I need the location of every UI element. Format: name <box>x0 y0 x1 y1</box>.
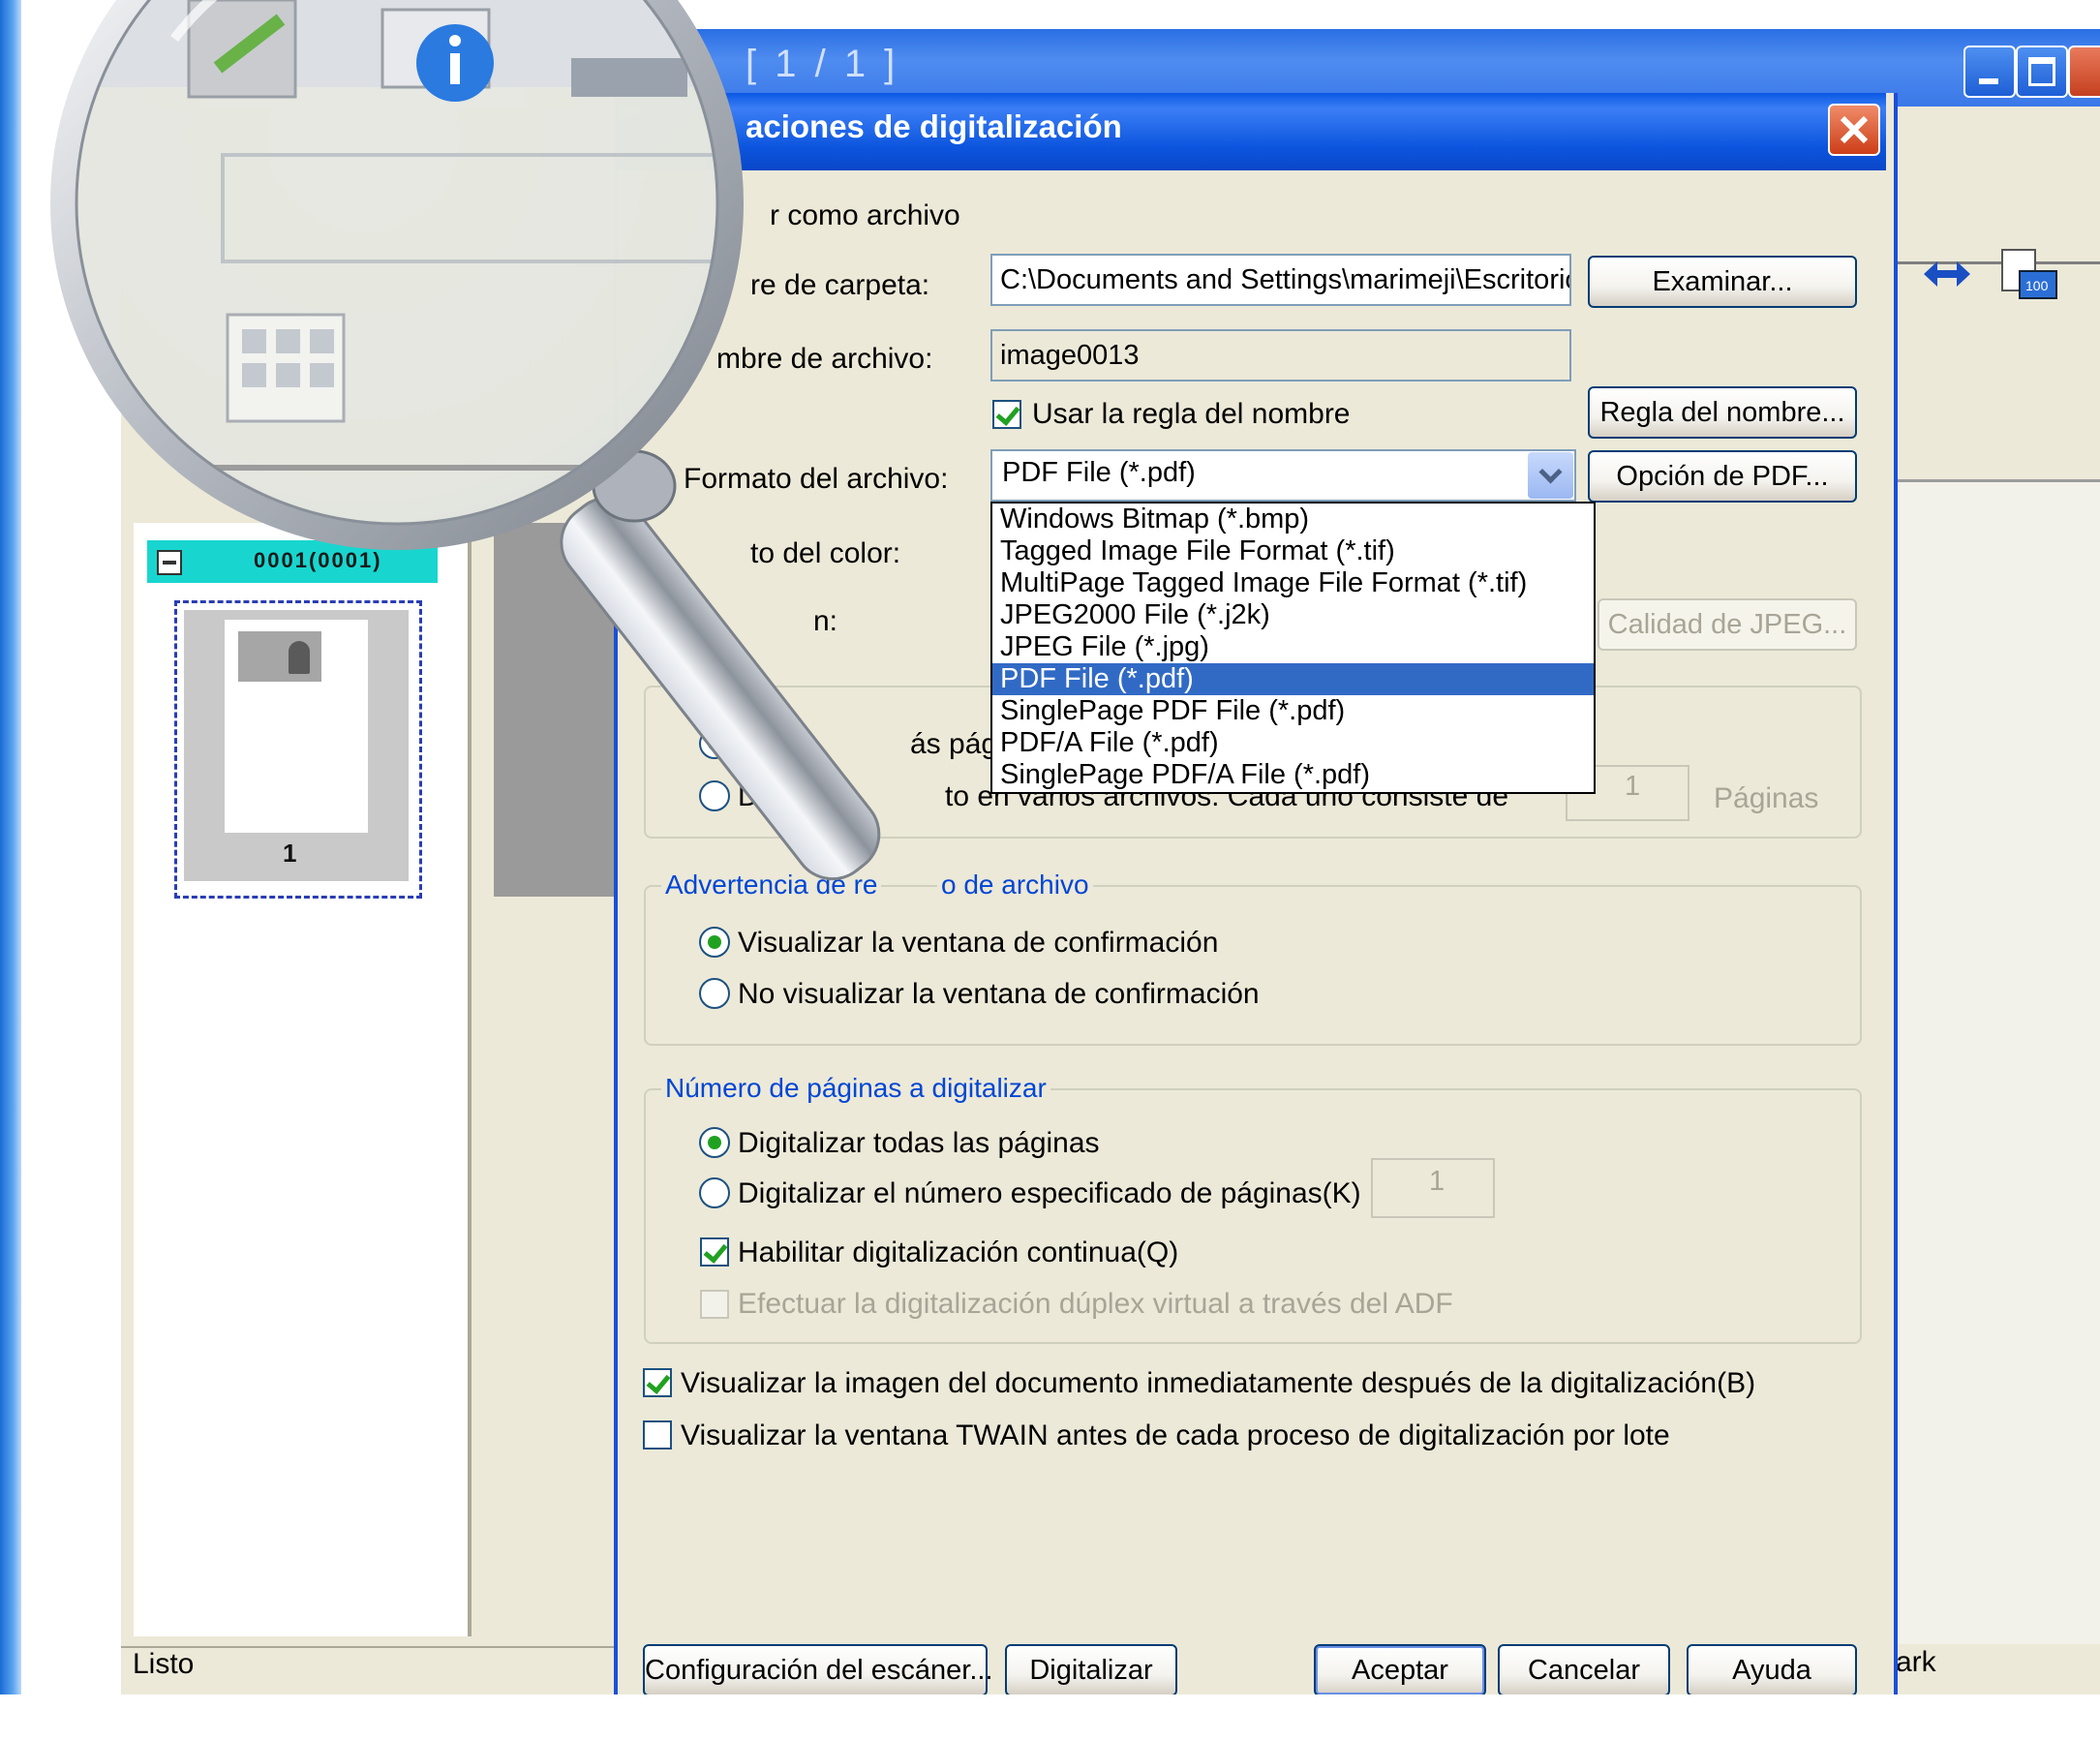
image-view-panel <box>1893 479 2100 1644</box>
format-option-tif[interactable]: Tagged Image File Format (*.tif) <box>992 535 1594 567</box>
overwrite-group-title-start: Advertencia de re <box>661 870 882 901</box>
overwrite-warning-group <box>644 885 1862 1046</box>
hide-confirmation-radio[interactable] <box>699 978 730 1009</box>
document-preview <box>494 523 620 897</box>
format-option-bmp[interactable]: Windows Bitmap (*.bmp) <box>992 504 1594 535</box>
id-card-thumbnail-image <box>238 631 321 682</box>
help-button[interactable]: Ayuda <box>1687 1644 1857 1696</box>
split-document-label: Dividi <box>738 780 809 812</box>
color-format-label: to del color: <box>750 537 901 569</box>
jpeg-quality-button[interactable]: Calidad de JPEG... <box>1598 598 1857 651</box>
scanner-config-button[interactable]: Configuración del escáner... <box>643 1644 993 1696</box>
folder-label: re de carpeta: <box>750 269 930 301</box>
virtual-duplex-checkbox[interactable] <box>700 1290 729 1319</box>
continuous-scan-label: Habilitar digitalización continua(Q) <box>738 1236 1179 1268</box>
pdf-option-button[interactable]: Opción de PDF... <box>1588 450 1857 503</box>
split-document-radio[interactable] <box>699 780 730 811</box>
svg-text:100: 100 <box>2025 278 2049 293</box>
fit-width-icon[interactable] <box>1920 250 1974 298</box>
scan-specified-pages-label: Digitalizar el número especificado de pá… <box>738 1177 1361 1209</box>
continuous-scan-checkbox[interactable] <box>700 1237 729 1267</box>
filename-field[interactable]: image0013 <box>990 329 1571 382</box>
virtual-duplex-label: Efectuar la digitalización dúplex virtua… <box>738 1288 1453 1320</box>
cancel-button[interactable]: Cancelar <box>1498 1644 1670 1696</box>
split-pages-value: 1 <box>1625 771 1641 802</box>
use-name-rule-label: Usar la regla del nombre <box>1032 398 1351 430</box>
zoom-100-icon[interactable]: 100 <box>1996 246 2060 304</box>
save-all-pages-label: Gu <box>738 728 777 760</box>
desktop-edge <box>0 0 21 1740</box>
use-name-rule-checkbox[interactable] <box>992 400 1021 429</box>
thumbnail-page-number: 1 <box>283 839 297 868</box>
status-bar <box>121 1646 615 1696</box>
scan-all-pages-radio[interactable] <box>699 1127 730 1158</box>
folder-path-field[interactable]: C:\Documents and Settings\marimeji\Escri… <box>990 254 1571 306</box>
compression-label: n: <box>813 605 838 637</box>
chevron-down-icon[interactable] <box>1528 452 1573 499</box>
format-option-jpg[interactable]: JPEG File (*.jpg) <box>992 631 1594 663</box>
scan-all-pages-label: Digitalizar todas las páginas <box>738 1127 1100 1159</box>
scan-specified-pages-radio[interactable] <box>699 1177 730 1208</box>
filename-label: mbre de archivo: <box>716 343 933 375</box>
format-option-j2k[interactable]: JPEG2000 File (*.j2k) <box>992 599 1594 631</box>
pages-unit-label: Páginas <box>1714 782 1819 814</box>
file-format-label: Formato del archivo: <box>684 463 949 495</box>
thumbnail-batch-label: 0001(0001) <box>254 548 382 572</box>
format-option-multipage-tif[interactable]: MultiPage Tagged Image File Format (*.ti… <box>992 567 1594 599</box>
dialog-title: aciones de digitalización <box>746 108 1122 144</box>
document-group-title: Docu <box>661 668 733 699</box>
save-as-file-label: r como archivo <box>770 199 960 231</box>
ok-button[interactable]: Aceptar <box>1314 1644 1486 1696</box>
name-rule-button[interactable]: Regla del nombre... <box>1588 386 1857 439</box>
pages-group-title: Número de páginas a digitalizar <box>661 1073 1050 1104</box>
minimize-button[interactable] <box>1963 46 2016 98</box>
status-bar-right-text: ark <box>1896 1646 1936 1678</box>
hide-confirmation-label: No visualizar la ventana de confirmación <box>738 978 1260 1010</box>
show-confirmation-radio[interactable] <box>699 927 730 958</box>
format-option-singlepage-pdfa[interactable]: SinglePage PDF/A File (*.pdf) <box>992 759 1594 791</box>
show-twain-label: Visualizar la ventana TWAIN antes de cad… <box>681 1419 1670 1451</box>
background-close-button[interactable] <box>2068 46 2100 98</box>
show-image-after-scan-checkbox[interactable] <box>643 1368 672 1397</box>
browse-button[interactable]: Examinar... <box>1588 256 1857 308</box>
show-confirmation-label: Visualizar la ventana de confirmación <box>738 927 1219 959</box>
maximize-button[interactable] <box>2016 46 2068 98</box>
format-option-singlepage-pdf[interactable]: SinglePage PDF File (*.pdf) <box>992 695 1594 727</box>
desktop-background <box>0 1694 2100 1740</box>
status-text: Listo <box>133 1648 195 1680</box>
save-all-pages-label-tail: ás pág <box>910 728 998 760</box>
show-image-after-scan-label: Visualizar la imagen del documento inmed… <box>681 1367 1756 1399</box>
overwrite-group-title-end: o de archivo <box>937 870 1093 901</box>
save-all-pages-radio[interactable] <box>699 728 730 759</box>
format-option-pdf[interactable]: PDF File (*.pdf) <box>992 663 1594 695</box>
background-page-counter: [ 1 / 1 ] <box>746 43 899 85</box>
specified-pages-value: 1 <box>1429 1166 1446 1197</box>
format-option-pdfa[interactable]: PDF/A File (*.pdf) <box>992 727 1594 759</box>
dialog-close-button[interactable] <box>1828 104 1880 156</box>
collapse-icon[interactable] <box>157 550 182 575</box>
show-twain-checkbox[interactable] <box>643 1420 672 1450</box>
scan-button[interactable]: Digitalizar <box>1005 1644 1177 1696</box>
file-format-selected-value: PDF File (*.pdf) <box>1002 457 1196 488</box>
